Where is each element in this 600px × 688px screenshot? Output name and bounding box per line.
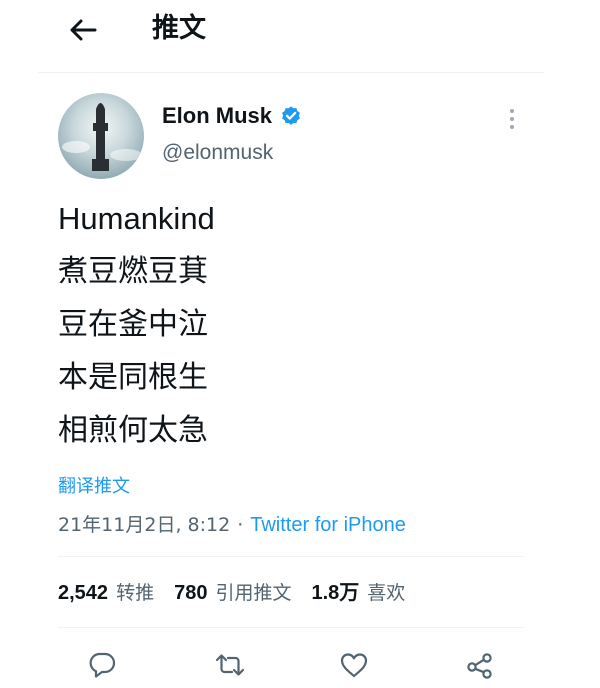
retweets-stat[interactable]: 2,542 转推 bbox=[58, 578, 154, 605]
retweets-label: 转推 bbox=[116, 582, 155, 604]
tweet-source-link[interactable]: Twitter for iPhone bbox=[250, 514, 406, 537]
author-handle[interactable]: @elonmusk bbox=[162, 141, 273, 165]
back-button[interactable] bbox=[62, 10, 104, 50]
avatar[interactable] bbox=[58, 93, 144, 179]
quote-tweets-count: 780 bbox=[174, 582, 208, 604]
tweet-meta: 21年11月2日, 8:12 · Twitter for iPhone bbox=[58, 510, 406, 537]
meta-separator: · bbox=[237, 514, 244, 536]
likes-label: 喜欢 bbox=[367, 582, 406, 604]
translate-tweet-link[interactable]: 翻译推文 bbox=[58, 472, 130, 498]
likes-stat[interactable]: 1.8万 喜欢 bbox=[311, 576, 405, 605]
tweet-timestamp[interactable]: 21年11月2日, 8:12 bbox=[58, 510, 230, 537]
share-icon bbox=[467, 653, 492, 679]
reply-button[interactable] bbox=[82, 645, 122, 685]
arrow-left-icon bbox=[70, 19, 97, 41]
more-dot bbox=[510, 109, 514, 113]
tweet-text-line: 相煎何太急 bbox=[58, 413, 208, 448]
quote-tweets-stat[interactable]: 780 引用推文 bbox=[174, 578, 291, 605]
like-button[interactable] bbox=[334, 645, 374, 685]
tweet-text-line: Humankind bbox=[58, 201, 215, 236]
starship-avatar-image bbox=[58, 93, 144, 179]
tweet-stats: 2,542 转推 780 引用推文 1.8万 喜欢 bbox=[58, 576, 425, 605]
retweet-button[interactable] bbox=[210, 645, 250, 685]
tweet-text-line: 本是同根生 bbox=[58, 360, 208, 395]
retweets-count: 2,542 bbox=[58, 582, 109, 604]
author-name: Elon Musk bbox=[162, 103, 273, 128]
page-title: 推文 bbox=[152, 13, 206, 44]
retweet-icon bbox=[215, 654, 245, 676]
share-button[interactable] bbox=[460, 645, 500, 685]
more-dot bbox=[510, 125, 514, 129]
verified-badge-icon bbox=[282, 106, 300, 125]
reply-icon bbox=[89, 652, 116, 678]
stats-divider bbox=[58, 627, 524, 628]
tweet-text-line: 煮豆燃豆萁 bbox=[58, 254, 208, 289]
quote-tweets-label: 引用推文 bbox=[215, 582, 292, 604]
likes-count: 1.8万 bbox=[311, 582, 360, 604]
author-name-row[interactable]: Elon Musk bbox=[162, 103, 302, 129]
header-divider bbox=[38, 72, 544, 73]
like-heart-icon bbox=[340, 653, 368, 678]
tweet-text-line: 豆在釜中泣 bbox=[58, 307, 208, 342]
more-options-button[interactable] bbox=[500, 104, 524, 134]
more-dot bbox=[510, 117, 514, 121]
meta-divider bbox=[58, 556, 524, 557]
